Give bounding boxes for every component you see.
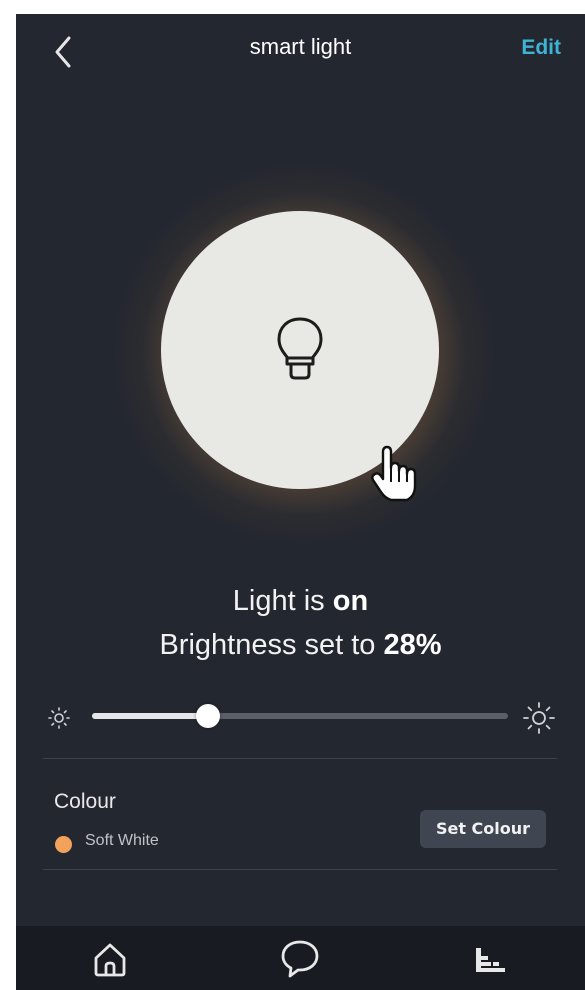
brightness-slider [16, 699, 585, 735]
colour-row: Colour Soft White Set Colour [16, 774, 585, 874]
brightness-status-line: Brightness set to 28% [16, 623, 585, 667]
divider [43, 758, 557, 759]
nav-communicate[interactable] [278, 936, 322, 980]
power-status-prefix: Light is [232, 585, 333, 617]
page-title: smart light [249, 34, 352, 59]
chat-icon [281, 940, 319, 978]
lightbulb-icon [277, 317, 323, 380]
home-icon [94, 943, 126, 977]
sun-small-icon [48, 707, 70, 729]
devices-icon [476, 948, 505, 972]
colour-value: Soft White [85, 832, 159, 849]
brightness-thumb[interactable] [196, 704, 221, 728]
nav-devices[interactable] [468, 936, 512, 980]
light-status: Light is on Brightness set to 28% [16, 579, 585, 667]
brightness-fill [92, 713, 209, 719]
brightness-track[interactable] [92, 713, 508, 719]
header: smart light Edit [16, 14, 585, 90]
colour-swatch [55, 836, 72, 853]
edit-button[interactable]: Edit [521, 36, 561, 60]
sun-large-icon [523, 702, 555, 734]
brightness-value: 28% [383, 629, 442, 661]
colour-label: Colour [54, 790, 116, 813]
hand-pointer-icon [371, 445, 417, 502]
divider [43, 869, 557, 870]
app-screen: smart light Edit Light is on Brightness … [16, 14, 585, 990]
set-colour-button[interactable]: Set Colour [420, 810, 546, 848]
power-state: on [332, 585, 369, 617]
power-status-line: Light is on [16, 579, 585, 623]
nav-home[interactable] [88, 936, 132, 980]
bottom-nav [16, 926, 585, 990]
brightness-prefix: Brightness set to [159, 629, 384, 661]
